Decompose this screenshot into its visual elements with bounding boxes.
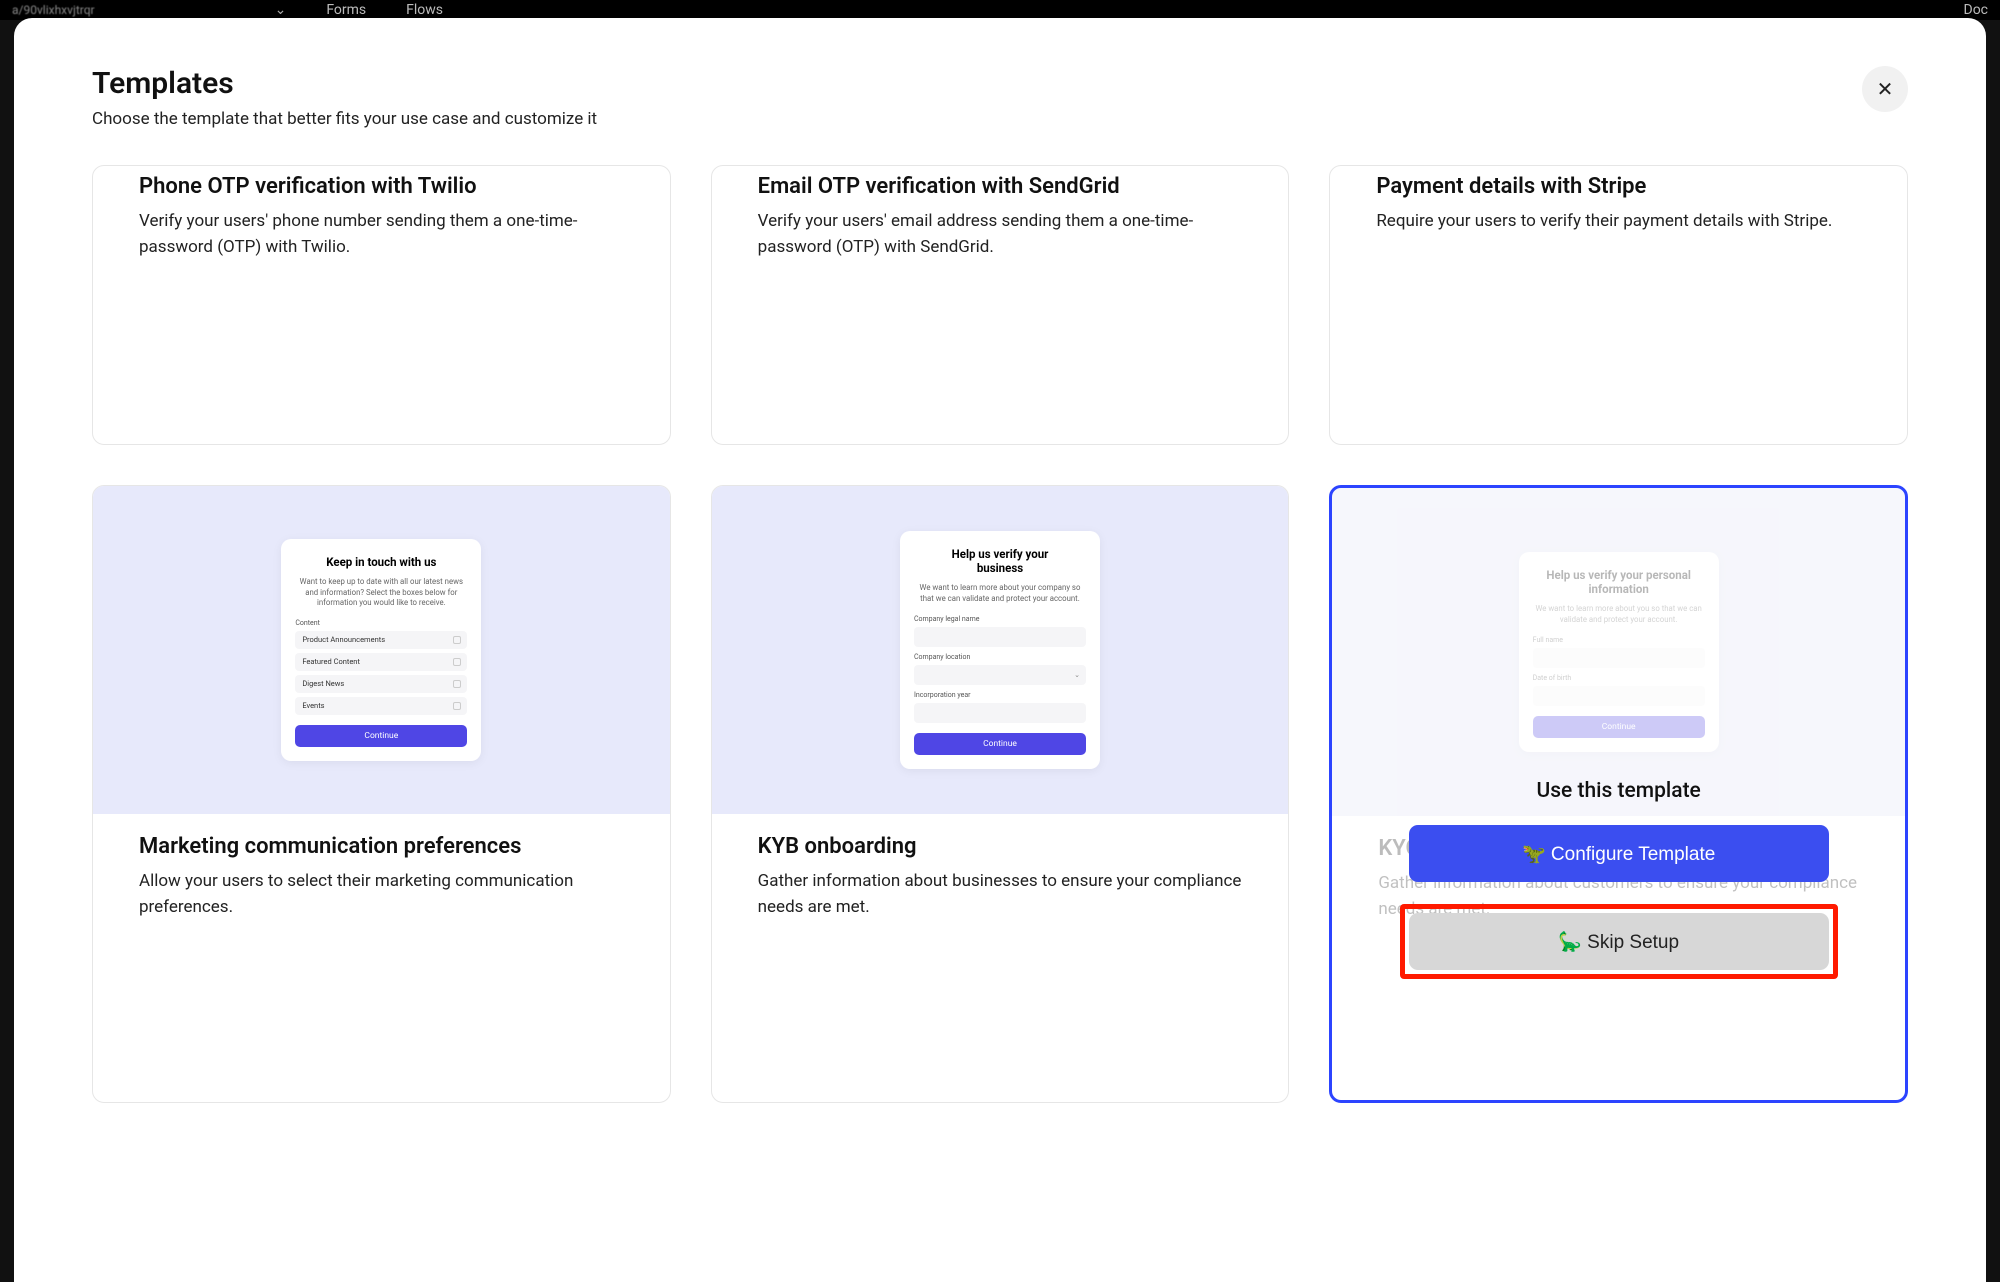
card-description: Verify your users' email address sending… [758,209,1243,260]
checkbox-icon [453,680,461,688]
nav-flows[interactable]: Flows [406,2,443,18]
card-description: Verify your users' phone number sending … [139,209,624,260]
bg-breadcrumb: a/90vlixhxvjtrqr [12,3,95,17]
checkbox-icon [453,658,461,666]
preview-continue-button: Continue [295,725,467,747]
background-nav: a/90vlixhxvjtrqr ⌄ Forms Flows Doc [0,0,2000,20]
preview-field-label: Incorporation year [914,691,1086,699]
preview-heading: Keep in touch with us [295,555,467,569]
checkbox-icon [453,636,461,644]
preview-option: Events [295,697,467,715]
preview-subtext: Want to keep up to date with all our lat… [295,577,467,609]
template-card-kyc[interactable]: Help us verify your personal information… [1329,485,1908,1103]
chevron-down-icon: ⌄ [275,2,287,18]
card-title: Marketing communication preferences [139,834,624,859]
preview-form: Help us verify your business We want to … [900,531,1100,768]
card-description: Require your users to verify their payme… [1376,209,1861,235]
preview-select: ⌄ [914,665,1086,685]
card-description: Gather information about businesses to e… [758,869,1243,920]
card-title: Phone OTP verification with Twilio [139,174,624,199]
preview-continue-button: Continue [914,733,1086,755]
card-title: Payment details with Stripe [1376,174,1861,199]
template-card-kyb[interactable]: Help us verify your business We want to … [711,485,1290,1103]
preview-option: Featured Content [295,653,467,671]
preview-heading: Help us verify your business [914,547,1086,575]
nav-docs[interactable]: Doc [1964,2,1989,18]
preview-subtext: We want to learn more about your company… [914,583,1086,604]
template-card-email-otp[interactable]: Email OTP verification with SendGrid Ver… [711,165,1290,445]
preview-field-label: Company location [914,653,1086,661]
templates-modal: Templates Choose the template that bette… [14,18,1986,1282]
template-card-phone-otp[interactable]: Phone OTP verification with Twilio Verif… [92,165,671,445]
overlay-title: Use this template [1537,779,1701,803]
modal-subtitle: Choose the template that better fits you… [92,109,597,129]
nav-forms[interactable]: Forms [326,2,366,18]
preview-input [914,627,1086,647]
checkbox-icon [453,702,461,710]
close-button[interactable]: ✕ [1862,66,1908,112]
close-icon: ✕ [1877,77,1894,102]
template-overlay: Use this template 🦖 Configure Template 🦕… [1332,488,1905,1100]
skip-setup-button[interactable]: 🦕 Skip Setup [1409,913,1829,970]
skip-setup-highlight: 🦕 Skip Setup [1400,904,1838,979]
configure-template-button[interactable]: 🦖 Configure Template [1409,825,1829,882]
card-preview: Keep in touch with us Want to keep up to… [93,486,670,814]
card-title: KYB onboarding [758,834,1243,859]
card-description: Allow your users to select their marketi… [139,869,624,920]
preview-option: Digest News [295,675,467,693]
preview-section-label: Content [295,619,467,627]
template-card-stripe[interactable]: Payment details with Stripe Require your… [1329,165,1908,445]
card-title: Email OTP verification with SendGrid [758,174,1243,199]
template-card-marketing[interactable]: Keep in touch with us Want to keep up to… [92,485,671,1103]
preview-form: Keep in touch with us Want to keep up to… [281,539,481,761]
chevron-down-icon: ⌄ [1074,671,1080,679]
preview-input [914,703,1086,723]
modal-title: Templates [92,66,597,101]
card-preview: Help us verify your business We want to … [712,486,1289,814]
preview-field-label: Company legal name [914,615,1086,623]
preview-option: Product Announcements [295,631,467,649]
